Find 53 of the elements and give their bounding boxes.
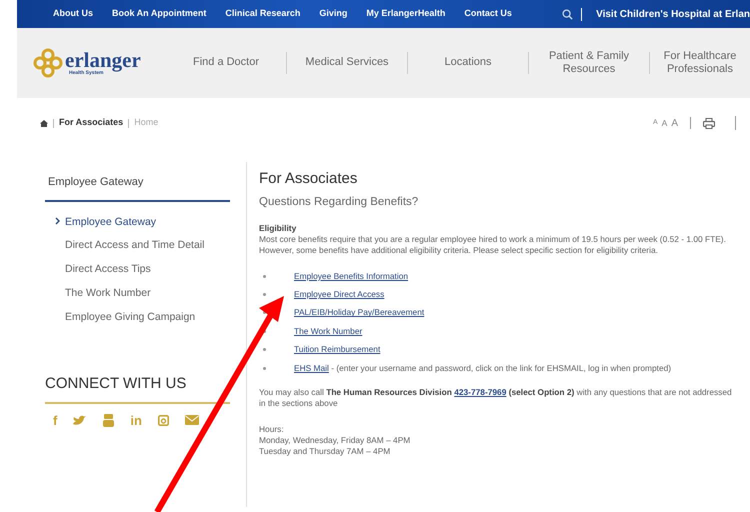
benefit-link[interactable]: EHS Mail xyxy=(294,362,329,373)
hours-label: Hours: xyxy=(259,424,285,435)
print-icon[interactable] xyxy=(703,118,715,128)
sidebar-item[interactable]: Direct Access and Time Detail xyxy=(45,234,246,258)
top-nav-link[interactable]: My ErlangerHealth xyxy=(366,7,446,21)
sidebar-item[interactable]: Employee Gateway xyxy=(45,210,246,234)
breadcrumb-current: For Associates xyxy=(59,116,124,130)
bird-icon[interactable] xyxy=(73,414,88,426)
bullet-icon xyxy=(263,330,266,333)
contact-paragraph: You may also call The Human Resources Division 423-778-7969 (select Option 2) with any questions that are not addressed in the sections above xyxy=(259,386,732,410)
benefit-link[interactable]: PAL/EIB/Holiday Pay/Bereavement xyxy=(294,307,424,319)
top-nav-link[interactable]: Clinical Research xyxy=(225,7,300,21)
eligibility-text: Most core benefits require that you are a regular employee hired to work a minimum of 19.5 hours per week (0.52 - 1.00 FTE). However, some benefits have additional eligibility criteria. Please select specific section for eligibility criteria. xyxy=(259,234,727,257)
benefit-link[interactable]: The Work Number xyxy=(294,326,362,338)
top-nav-link[interactable]: Giving xyxy=(319,7,348,21)
sidebar-item[interactable]: Employee Giving Campaign xyxy=(45,306,246,330)
bullet-icon xyxy=(263,274,266,278)
sidebar-item[interactable]: The Work Number xyxy=(45,282,246,306)
logo-text: erlanger xyxy=(65,50,141,71)
logo-icon xyxy=(33,48,63,78)
visit-link[interactable]: Visit Children's Hospital at Erlan xyxy=(596,6,750,22)
video-icon[interactable] xyxy=(103,414,114,427)
benefit-link[interactable]: Employee Benefits Information xyxy=(294,270,408,282)
page-title: For Associates xyxy=(259,169,358,189)
main-nav-link[interactable]: For Healthcare Professionals xyxy=(650,50,750,76)
connect-heading: CONNECT WITH US xyxy=(45,373,230,404)
text-size-button[interactable]: A xyxy=(671,116,678,130)
main-nav-link[interactable]: Patient & Family Resources xyxy=(529,50,649,76)
mail-icon[interactable] xyxy=(184,415,199,426)
top-nav-link[interactable]: About Us xyxy=(53,7,93,21)
top-nav-link[interactable]: Contact Us xyxy=(464,7,512,21)
list-item-text: EHS Mail - (enter your username and password, click on the link for EHSMAIL, log in when prompted) xyxy=(294,362,672,374)
bullet-icon xyxy=(263,293,266,296)
search-icon[interactable] xyxy=(562,8,573,20)
sidebar-title: Employee Gateway xyxy=(45,174,230,202)
home-icon[interactable] xyxy=(40,120,48,126)
hours-text: Monday, Wednesday, Friday 8AM – 4PM xyxy=(259,434,412,446)
sidebar-item[interactable]: Direct Access Tips xyxy=(45,258,246,282)
hours-text: Tuesday and Thursday 7AM – 4PM xyxy=(259,446,392,458)
text-size-button[interactable]: A xyxy=(662,116,668,130)
main-nav-link[interactable]: Medical Services xyxy=(287,56,407,70)
main-nav-link[interactable]: Locations xyxy=(408,56,528,70)
chevron-icon xyxy=(55,216,60,224)
bullet-icon xyxy=(263,348,266,352)
section-heading: Questions Regarding Benefits? xyxy=(259,195,420,210)
bullet-icon xyxy=(263,366,266,370)
benefit-link[interactable]: Tuition Reimbursement xyxy=(294,344,380,356)
camera-icon[interactable] xyxy=(158,414,169,426)
main-nav-link[interactable]: Find a Doctor xyxy=(166,56,286,70)
benefit-link[interactable]: Employee Direct Access xyxy=(294,289,384,300)
top-nav-link[interactable]: Book An Appointment xyxy=(112,7,206,21)
eligibility-label: Eligibility xyxy=(259,222,298,234)
phone-link[interactable]: 423-778-7969 xyxy=(454,386,506,397)
